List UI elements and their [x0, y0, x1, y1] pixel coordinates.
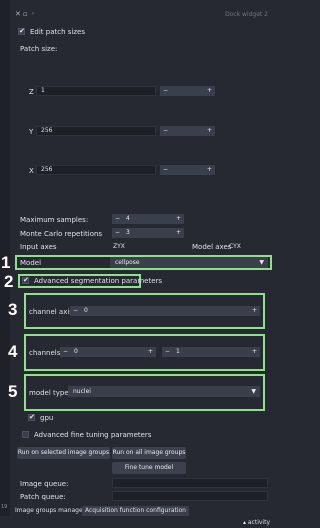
minus-icon[interactable]: −	[115, 214, 120, 224]
activity-label: activity	[247, 519, 270, 526]
chevron-down-icon: ▼	[251, 388, 256, 395]
edit-patch-sizes-label: Edit patch sizes	[30, 28, 85, 36]
plus-icon[interactable]: +	[252, 347, 257, 357]
advanced-seg-checkbox[interactable]	[22, 276, 29, 284]
run-selected-button[interactable]: Run on selected image groups	[17, 447, 110, 459]
monte-carlo-value: 3	[126, 229, 130, 236]
image-queue-label: Image queue:	[20, 480, 69, 488]
channels-value-1: 0	[74, 348, 78, 355]
dock-panel: 19 ✕ ▫ ◦ Dock widget 2 Edit patch sizes …	[0, 0, 274, 528]
annotation-number-1: 1	[1, 253, 11, 272]
plus-icon[interactable]: +	[207, 126, 212, 136]
model-axes-label: Model axes	[192, 243, 232, 251]
minus-icon[interactable]: −	[163, 126, 168, 136]
max-samples-label: Maximum samples:	[20, 216, 89, 224]
channel-axis-stepper[interactable]: − 0 +	[70, 306, 260, 316]
annotation-number-3: 3	[8, 300, 18, 319]
monte-carlo-stepper[interactable]: − 3 +	[112, 228, 184, 238]
y-patch-stepper[interactable]: − +	[160, 126, 215, 136]
annotation-number-5: 5	[8, 382, 18, 401]
channels-value-2: 1	[176, 348, 180, 355]
channel-axis-label: channel axis	[29, 308, 73, 316]
patch-queue-label: Patch queue:	[20, 493, 66, 501]
minus-icon[interactable]: −	[115, 228, 120, 238]
gpu-checkbox[interactable]	[28, 413, 35, 421]
tab-image-groups-manager[interactable]: Image groups manager	[12, 506, 89, 516]
minus-icon[interactable]: −	[165, 347, 170, 357]
z-patch-stepper[interactable]: − +	[160, 86, 215, 96]
max-samples-value: 4	[126, 215, 130, 222]
fine-tune-button[interactable]: Fine tune model	[112, 462, 186, 474]
x-patch-stepper[interactable]: − +	[160, 165, 215, 175]
minus-icon[interactable]: −	[73, 306, 78, 316]
plus-icon[interactable]: +	[207, 86, 212, 96]
monte-carlo-label: Monte Carlo repetitions	[20, 230, 103, 238]
annotation-number-4: 4	[8, 342, 18, 361]
status-bar: ▴ activity	[0, 516, 274, 528]
minus-icon[interactable]: −	[163, 86, 168, 96]
y-axis-label: Y	[29, 128, 34, 136]
channels-stepper-2[interactable]: − 1 +	[162, 347, 260, 357]
plus-icon[interactable]: +	[252, 306, 257, 316]
advanced-fine-label: Advanced fine tuning parameters	[34, 431, 152, 439]
plus-icon[interactable]: +	[207, 165, 212, 175]
model-label: Model	[20, 259, 42, 267]
input-axes-label: Input axes	[20, 243, 57, 251]
minus-icon[interactable]: −	[163, 165, 168, 175]
advanced-fine-checkbox[interactable]	[22, 431, 29, 438]
z-patch-field[interactable]: 1	[36, 86, 156, 96]
dock-titlebar: ✕ ▫ ◦ Dock widget 2	[0, 10, 274, 22]
left-strip-number: 19	[1, 504, 8, 510]
gpu-label: gpu	[40, 414, 54, 422]
channel-axis-value: 0	[84, 307, 88, 314]
model-select-value: cellpose	[115, 259, 140, 266]
max-samples-stepper[interactable]: − 4 +	[112, 214, 184, 224]
plus-icon[interactable]: +	[176, 214, 181, 224]
edit-patch-sizes-checkbox[interactable]	[18, 27, 25, 35]
activity-indicator[interactable]: ▴ activity	[243, 519, 270, 526]
channels-stepper-1[interactable]: − 0 +	[60, 347, 156, 357]
z-axis-label: Z	[29, 88, 34, 96]
model-axes-value: CYX	[229, 243, 241, 250]
run-all-button[interactable]: Run on all image groups	[112, 447, 186, 459]
float-icon[interactable]: ▫	[23, 10, 28, 18]
dock-title: Dock widget 2	[225, 11, 268, 18]
advanced-seg-label: Advanced segmentation parameters	[34, 277, 163, 285]
pin-icon[interactable]: ◦	[31, 10, 35, 18]
plus-icon[interactable]: +	[176, 228, 181, 238]
plus-icon[interactable]: +	[148, 347, 153, 357]
close-icon[interactable]: ✕	[15, 10, 21, 18]
input-axes-value: ZYX	[113, 243, 125, 250]
patch-queue-field[interactable]	[112, 491, 268, 501]
x-axis-label: X	[29, 167, 34, 175]
x-patch-field[interactable]: 256	[36, 165, 156, 175]
minus-icon[interactable]: −	[63, 347, 68, 357]
channels-label: channels	[29, 349, 61, 357]
model-type-value: nuclei	[73, 388, 91, 395]
image-queue-field[interactable]	[112, 478, 268, 488]
model-select[interactable]: cellpose ▼	[110, 257, 268, 268]
model-type-label: model type	[29, 389, 69, 397]
patch-size-label: Patch size:	[20, 45, 58, 53]
annotation-number-2: 2	[4, 272, 14, 291]
tab-acquisition-function[interactable]: Acquisition function configuration	[82, 506, 189, 516]
model-type-select[interactable]: nuclei ▼	[68, 386, 260, 397]
chevron-down-icon: ▼	[259, 259, 264, 266]
y-patch-field[interactable]: 256	[36, 126, 156, 136]
